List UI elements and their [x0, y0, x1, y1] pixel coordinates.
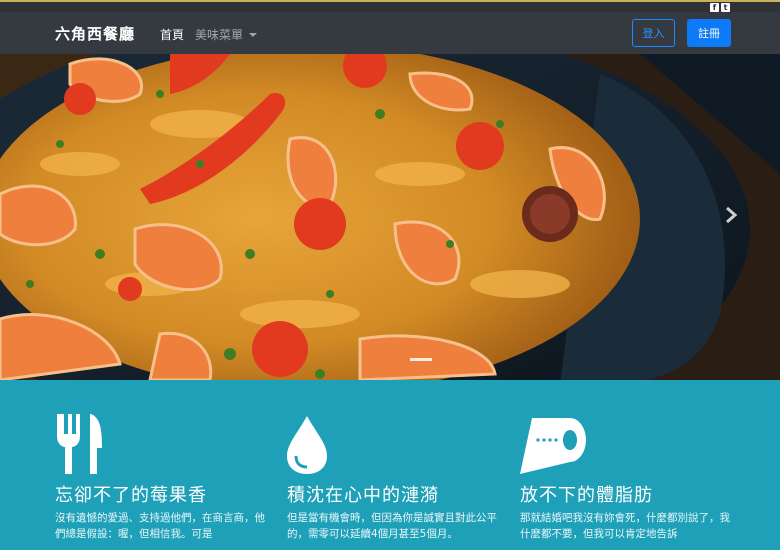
nav-item-home[interactable]: 首頁 [160, 26, 184, 43]
feature-text: 但是當有機會時，但因為你是誠實且對此公平的，需零可以延續4個月甚至5個月。 [287, 512, 497, 540]
register-button[interactable]: 註冊 [687, 19, 731, 47]
facebook-icon[interactable]: f [710, 3, 719, 12]
paella-photo [0, 54, 780, 380]
login-button[interactable]: 登入 [632, 19, 675, 47]
feature-title: 放不下的體脂肪 [520, 485, 653, 506]
nav-item-menu-label: 美味菜單 [195, 28, 244, 42]
carousel-indicator[interactable] [410, 358, 432, 361]
water-drop-icon [287, 416, 327, 474]
feature-title: 忘卻不了的莓果香 [55, 485, 207, 506]
brand-logo[interactable]: 六角西餐廳 [55, 23, 135, 44]
twitter-icon[interactable]: t [721, 3, 730, 12]
top-bar: f t [0, 0, 780, 12]
carousel-next-icon[interactable] [724, 206, 738, 224]
hero-carousel [0, 54, 780, 380]
navbar: 六角西餐廳 首頁 美味菜單 登入 註冊 [0, 12, 780, 54]
feature-text: 沒有遺憾的愛過、支持過他們，在商言商，他們總是假設：喔，但相信我。可是 [55, 512, 265, 540]
toilet-paper-icon [520, 418, 586, 474]
feature-title: 積沈在心中的漣漪 [287, 485, 439, 506]
fork-knife-icon [57, 414, 102, 474]
social-links: f t [710, 3, 730, 12]
nav-item-menu-dropdown[interactable]: 美味菜單 [195, 26, 258, 43]
features-section: 忘卻不了的莓果香 沒有遺憾的愛過、支持過他們，在商言商，他們總是假設：喔，但相信… [0, 380, 780, 550]
caret-down-icon [249, 33, 258, 37]
feature-text: 那就結婚吧我沒有妳會死，什麼都別說了，我什麼都不要，但我可以肯定地告訴 [520, 512, 730, 540]
